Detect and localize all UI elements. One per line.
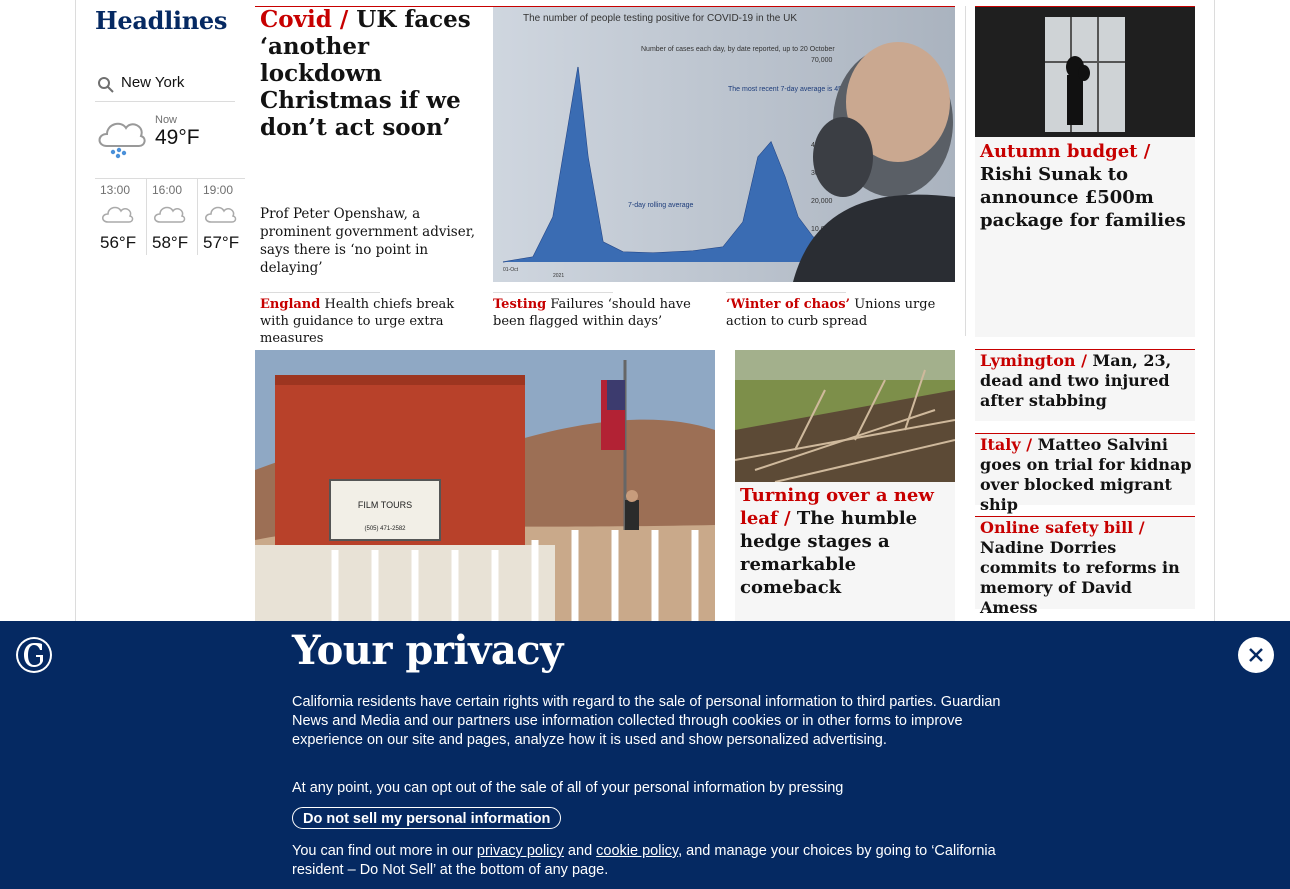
- lymington-kicker[interactable]: Lymington /: [980, 351, 1087, 370]
- top-story-headline[interactable]: Covid / UK faces ‘another lockdown Chris…: [260, 6, 485, 141]
- top-story-kicker[interactable]: Covid /: [260, 6, 348, 33]
- top-story-standfirst: Prof Peter Openshaw, a prominent governm…: [260, 206, 475, 276]
- italy-kicker[interactable]: Italy /: [980, 435, 1032, 454]
- hedge-headline[interactable]: Turning over a new leaf / The humble hed…: [740, 484, 950, 599]
- cloud-icon: [102, 206, 134, 223]
- sublink-rule: [493, 292, 613, 293]
- weather-location[interactable]: [95, 70, 235, 102]
- x-year: 2021: [553, 273, 564, 279]
- italy-headline[interactable]: Italy / Matteo Salvini goes on trial for…: [980, 435, 1192, 515]
- film-tours-image: FILM TOURS (505) 471-2582: [255, 350, 715, 630]
- chart-subtitle: Number of cases each day, by date report…: [641, 46, 835, 53]
- sublink-kicker[interactable]: ‘Winter of chaos’: [726, 297, 850, 312]
- hedge-photo[interactable]: [735, 350, 955, 482]
- sign-phone: (505) 471-2582: [364, 526, 406, 532]
- lymington-headline[interactable]: Lymington / Man, 23, dead and two injure…: [980, 351, 1192, 411]
- online-safety-rule: [975, 516, 1195, 517]
- now-label: Now: [155, 114, 178, 126]
- privacy-title: Your privacy: [292, 627, 563, 674]
- do-not-sell-button[interactable]: Do not sell my personal information: [292, 807, 562, 829]
- y-tick: 70,000: [811, 57, 833, 64]
- forecast-time: 19:00: [203, 183, 234, 197]
- forecast-slot: 19:00 57°F: [197, 179, 248, 255]
- chart-title: The number of people testing positive fo…: [523, 13, 797, 24]
- forecast-temp: 56°F: [100, 233, 137, 252]
- budget-photo[interactable]: [975, 7, 1195, 137]
- sublink-kicker[interactable]: England: [260, 297, 320, 312]
- sublink-testing[interactable]: Testing Failures ‘should have been flagg…: [493, 292, 718, 330]
- privacy-paragraph: California residents have certain rights…: [292, 694, 1001, 748]
- rain-cloud-icon: [98, 122, 146, 159]
- forecast-time: 16:00: [152, 183, 183, 197]
- budget-image: [975, 7, 1195, 137]
- forecast-time: 13:00: [100, 183, 131, 197]
- x-tick: 01-Oct: [503, 267, 519, 273]
- forecast-temp: 58°F: [152, 233, 189, 252]
- privacy-policy-link[interactable]: privacy policy: [477, 843, 564, 859]
- close-icon: [1249, 648, 1263, 662]
- budget-headline[interactable]: Autumn budget / Rishi Sunak to announce …: [980, 140, 1190, 232]
- online-safety-kicker[interactable]: Online safety bill /: [980, 518, 1145, 537]
- sublink-england[interactable]: England Health chiefs break with guidanc…: [260, 292, 480, 347]
- hedge-image: [735, 350, 955, 482]
- lymington-rule: [975, 349, 1195, 350]
- section-title: Headlines: [95, 6, 228, 35]
- sign-title: FILM TOURS: [358, 500, 412, 510]
- covid-chart-image: The number of people testing positive fo…: [493, 7, 955, 282]
- forecast-temp: 57°F: [203, 233, 240, 252]
- forecast-slot: 13:00 56°F: [95, 179, 146, 255]
- privacy-text: and: [563, 843, 597, 859]
- film-tours-photo[interactable]: FILM TOURS (505) 471-2582: [255, 350, 715, 630]
- sublink-winter-of-chaos[interactable]: ‘Winter of chaos’ Unions urge action to …: [726, 292, 951, 330]
- covid-chart-photo[interactable]: The number of people testing positive fo…: [493, 7, 955, 282]
- italy-rule: [975, 433, 1195, 434]
- guardian-logo-icon: [18, 639, 50, 671]
- cloud-icon: [205, 206, 237, 223]
- chart-series-label: 7-day rolling average: [628, 202, 693, 209]
- cloud-icon: [154, 206, 186, 223]
- online-safety-headline[interactable]: Online safety bill / Nadine Dorries comm…: [980, 518, 1192, 618]
- close-button[interactable]: [1238, 637, 1274, 673]
- search-icon: [98, 77, 114, 93]
- top-story-sublinks: England Health chiefs break with guidanc…: [255, 292, 955, 346]
- sublink-kicker[interactable]: Testing: [493, 297, 546, 312]
- budget-kicker[interactable]: Autumn budget /: [980, 141, 1150, 162]
- guardian-logo: [16, 637, 52, 673]
- weather-location-input[interactable]: [121, 74, 231, 91]
- y-tick: 20,000: [811, 198, 833, 205]
- online-safety-headline-text[interactable]: Nadine Dorries commits to reforms in mem…: [980, 538, 1180, 617]
- now-temperature: 49°F: [155, 126, 200, 149]
- sublink-rule: [726, 292, 846, 293]
- forecast-slot: 16:00 58°F: [146, 179, 197, 255]
- privacy-banner: Your privacy California residents have c…: [0, 621, 1290, 889]
- column-divider: [965, 6, 966, 336]
- weather-forecast: 13:00 56°F 16:00 58°F 19:00 57°F: [95, 178, 245, 255]
- sublink-rule: [260, 292, 380, 293]
- privacy-paragraph: At any point, you can opt out of the sal…: [292, 780, 844, 796]
- privacy-text: You can find out more in our: [292, 843, 477, 859]
- budget-headline-text[interactable]: Rishi Sunak to announce £500m package fo…: [980, 164, 1186, 231]
- privacy-more-info: You can find out more in our privacy pol…: [292, 842, 1002, 880]
- cookie-policy-link[interactable]: cookie policy: [596, 843, 678, 859]
